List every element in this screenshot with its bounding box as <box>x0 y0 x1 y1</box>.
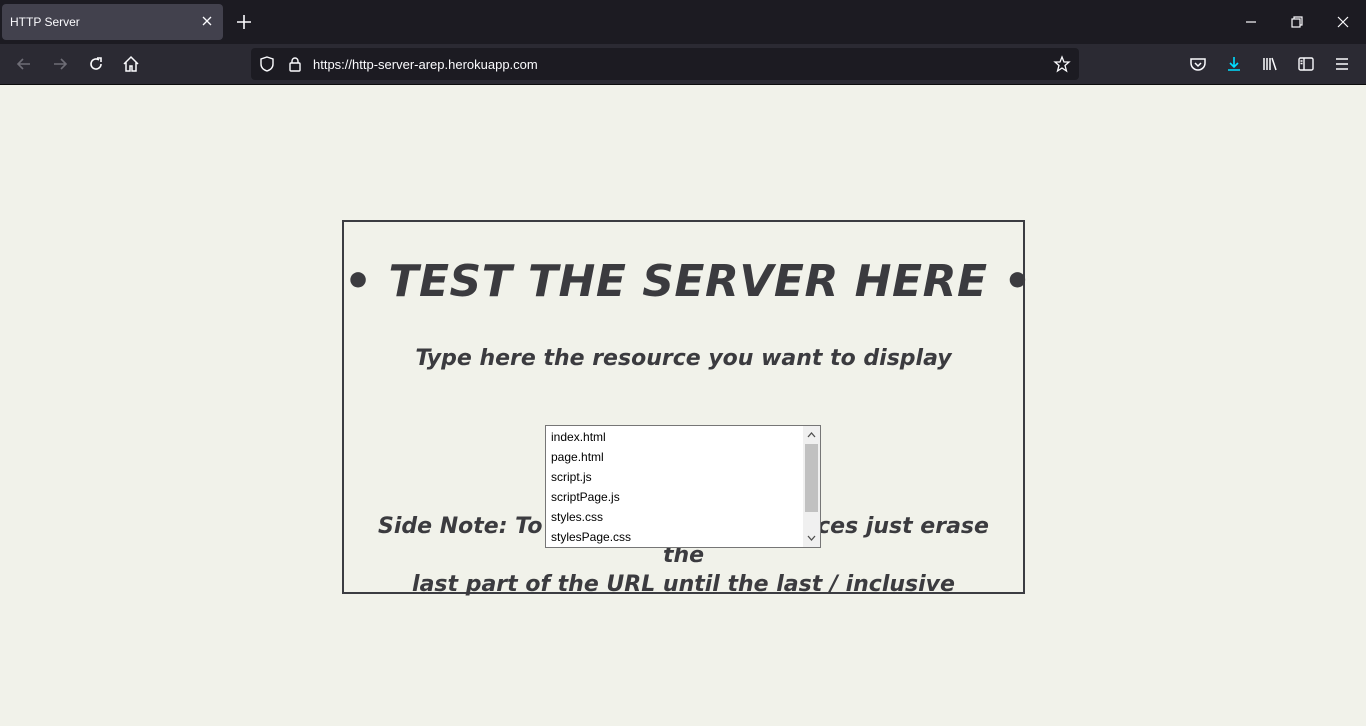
scrollbar[interactable] <box>803 426 820 547</box>
list-item[interactable]: styles.css <box>551 510 603 524</box>
list-item[interactable]: stylesPage.css <box>551 530 631 544</box>
plus-icon[interactable] <box>234 12 254 32</box>
shield-icon[interactable] <box>258 55 276 73</box>
download-icon[interactable] <box>1224 54 1244 74</box>
hamburger-menu-icon[interactable] <box>1332 54 1352 74</box>
list-item[interactable]: index.html <box>551 430 606 444</box>
side-note-line-2: last part of the URL until the last / in… <box>412 572 955 597</box>
page-title: • TEST THE SERVER HERE • <box>344 256 1032 307</box>
close-icon[interactable] <box>199 13 215 29</box>
list-item[interactable]: page.html <box>551 450 604 464</box>
tab-http-server[interactable]: HTTP Server <box>2 4 223 40</box>
reload-icon[interactable] <box>86 54 106 74</box>
tab-bar: HTTP Server <box>0 0 1366 44</box>
scrollbar-thumb[interactable] <box>805 444 818 512</box>
close-window-icon[interactable] <box>1333 12 1353 32</box>
page-subtitle: Type here the resource you want to displ… <box>415 346 952 371</box>
url-text[interactable]: https://http-server-arep.herokuapp.com <box>313 57 538 72</box>
sidebar-icon[interactable] <box>1296 54 1316 74</box>
restore-icon[interactable] <box>1287 12 1307 32</box>
home-icon[interactable] <box>121 54 141 74</box>
resource-autocomplete-list[interactable]: index.html page.html script.js scriptPag… <box>545 425 821 548</box>
library-icon[interactable] <box>1260 54 1280 74</box>
tab-title: HTTP Server <box>10 15 80 29</box>
pocket-icon[interactable] <box>1188 54 1208 74</box>
nav-bar: https://http-server-arep.herokuapp.com <box>0 44 1366 85</box>
star-icon[interactable] <box>1053 55 1071 73</box>
list-item[interactable]: script.js <box>551 470 592 484</box>
minimize-icon[interactable] <box>1241 12 1261 32</box>
lock-icon[interactable] <box>286 55 304 73</box>
chevron-up-icon[interactable] <box>805 428 818 440</box>
page-content: • TEST THE SERVER HERE • Type here the r… <box>0 85 1366 726</box>
arrow-left-icon[interactable] <box>14 54 34 74</box>
list-item[interactable]: scriptPage.js <box>551 490 620 504</box>
url-bar[interactable]: https://http-server-arep.herokuapp.com <box>251 48 1079 80</box>
chevron-down-icon[interactable] <box>805 531 818 543</box>
arrow-right-icon[interactable] <box>50 54 70 74</box>
